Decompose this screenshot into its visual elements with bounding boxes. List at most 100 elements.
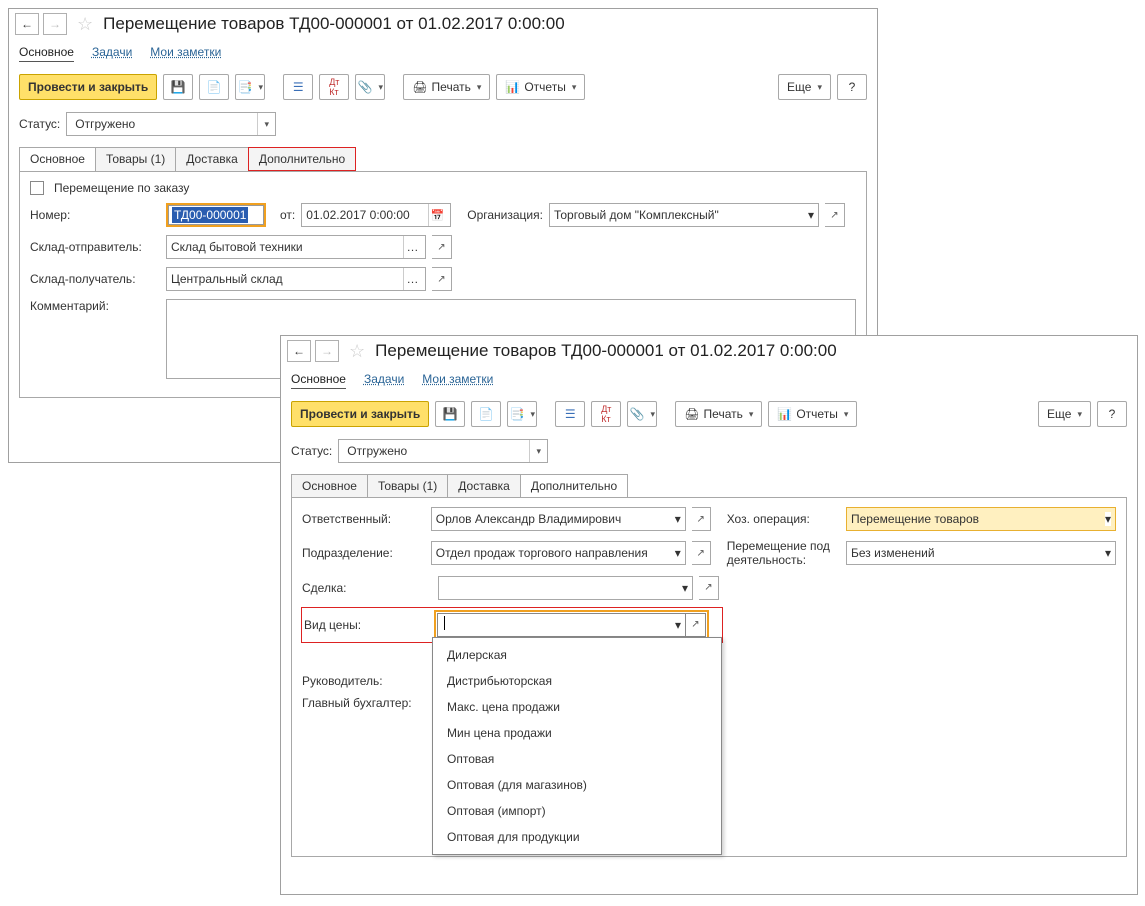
- price-type-field[interactable]: ▾: [437, 613, 686, 637]
- status-combo[interactable]: Отгружено ▾: [338, 439, 548, 463]
- nav-back-button[interactable]: ←: [287, 340, 311, 362]
- favorite-star-icon[interactable]: ☆: [77, 14, 93, 35]
- deal-field[interactable]: ▾: [438, 576, 693, 600]
- navlink-tasks[interactable]: Задачи: [364, 372, 404, 389]
- nav-forward-button[interactable]: →: [315, 340, 339, 362]
- dropdown-icon[interactable]: ▾: [529, 440, 547, 462]
- open-ref-icon[interactable]: ↗: [432, 235, 452, 259]
- diskette-icon: 💾: [171, 80, 186, 94]
- dept-field[interactable]: Отдел продаж торгового направления ▾: [431, 541, 686, 565]
- attachments-button[interactable]: 📎▾: [355, 74, 385, 100]
- chart-icon: 📊: [505, 80, 520, 94]
- from-label: от:: [280, 208, 295, 222]
- dropdown-icon[interactable]: ▾: [675, 546, 681, 560]
- by-order-checkbox[interactable]: [30, 181, 44, 195]
- dropdown-icon[interactable]: ▾: [682, 581, 688, 595]
- status-value: Отгружено: [343, 444, 529, 458]
- org-field[interactable]: Торговый дом "Комплексный" ▾: [549, 203, 819, 227]
- dropdown-icon[interactable]: ▾: [675, 512, 681, 526]
- create-based-button[interactable]: 📑▾: [235, 74, 265, 100]
- section-links: Основное Задачи Мои заметки: [9, 39, 877, 70]
- ellipsis-icon[interactable]: …: [403, 268, 421, 290]
- post-and-close-button[interactable]: Провести и закрыть: [19, 74, 157, 100]
- responsible-field[interactable]: Орлов Александр Владимирович ▾: [431, 507, 686, 531]
- tab-extra[interactable]: Дополнительно: [248, 147, 356, 171]
- status-combo[interactable]: Отгружено ▾: [66, 112, 276, 136]
- open-ref-icon[interactable]: ↗: [692, 541, 711, 565]
- reports-button[interactable]: 📊Отчеты▾: [496, 74, 585, 100]
- chart-icon: 📊: [777, 407, 792, 421]
- tab-main[interactable]: Основное: [291, 474, 368, 497]
- dropdown-icon[interactable]: ▾: [1105, 546, 1111, 560]
- dropdown-icon[interactable]: ▾: [675, 618, 681, 632]
- dropdown-item[interactable]: Макс. цена продажи: [433, 694, 721, 720]
- org-label: Организация:: [467, 208, 543, 222]
- dropdown-item[interactable]: Оптовая (импорт): [433, 798, 721, 824]
- more-button[interactable]: Еще▾: [778, 74, 831, 100]
- window-title: Перемещение товаров ТД00-000001 от 01.02…: [375, 341, 837, 361]
- tab-main[interactable]: Основное: [19, 147, 96, 171]
- open-ref-icon[interactable]: ↗: [692, 507, 711, 531]
- sender-field[interactable]: Склад бытовой техники …: [166, 235, 426, 259]
- copy-icon: 📑: [510, 407, 525, 421]
- window-title: Перемещение товаров ТД00-000001 от 01.02…: [103, 14, 565, 34]
- structure-button[interactable]: ☰: [555, 401, 585, 427]
- dropdown-item[interactable]: Дилерская: [433, 642, 721, 668]
- calendar-icon[interactable]: 📅: [428, 204, 446, 226]
- receiver-field[interactable]: Центральный склад …: [166, 267, 426, 291]
- window-header: ← → ☆ Перемещение товаров ТД00-000001 от…: [281, 336, 1137, 366]
- number-field[interactable]: ТД00-000001: [166, 203, 266, 227]
- dropdown-icon[interactable]: ▾: [257, 113, 275, 135]
- post-button[interactable]: 📄: [199, 74, 229, 100]
- tab-goods[interactable]: Товары (1): [367, 474, 448, 497]
- navlink-main[interactable]: Основное: [291, 372, 346, 389]
- attachments-button[interactable]: 📎▾: [627, 401, 657, 427]
- dropdown-item[interactable]: Дистрибьюторская: [433, 668, 721, 694]
- date-value: 01.02.2017 0:00:00: [306, 208, 409, 222]
- tab-extra[interactable]: Дополнительно: [520, 474, 628, 497]
- create-based-button[interactable]: 📑▾: [507, 401, 537, 427]
- tab-delivery[interactable]: Доставка: [447, 474, 521, 497]
- ellipsis-icon[interactable]: …: [403, 236, 421, 258]
- print-button[interactable]: 🖨Печать▾: [403, 74, 490, 100]
- open-ref-icon[interactable]: ↗: [699, 576, 719, 600]
- nav-forward-button[interactable]: →: [43, 13, 67, 35]
- dr-cr-button[interactable]: ДтКт: [319, 74, 349, 100]
- navlink-notes[interactable]: Мои заметки: [422, 372, 493, 389]
- operation-field[interactable]: Перемещение товаров ▾: [846, 507, 1116, 531]
- number-label: Номер:: [30, 208, 160, 222]
- dropdown-item[interactable]: Оптовая для продукции: [433, 824, 721, 850]
- status-row: Статус: Отгружено ▾: [9, 108, 877, 140]
- help-button[interactable]: ?: [837, 74, 867, 100]
- dropdown-icon[interactable]: ▾: [808, 208, 814, 222]
- save-button[interactable]: 💾: [435, 401, 465, 427]
- tab-goods[interactable]: Товары (1): [95, 147, 176, 171]
- print-button[interactable]: 🖨Печать▾: [675, 401, 762, 427]
- dropdown-item[interactable]: Мин цена продажи: [433, 720, 721, 746]
- navlink-notes[interactable]: Мои заметки: [150, 45, 221, 62]
- navlink-main[interactable]: Основное: [19, 45, 74, 62]
- structure-button[interactable]: ☰: [283, 74, 313, 100]
- nav-back-button[interactable]: ←: [15, 13, 39, 35]
- save-button[interactable]: 💾: [163, 74, 193, 100]
- tab-delivery[interactable]: Доставка: [175, 147, 249, 171]
- help-button[interactable]: ?: [1097, 401, 1127, 427]
- post-button[interactable]: 📄: [471, 401, 501, 427]
- favorite-star-icon[interactable]: ☆: [349, 341, 365, 362]
- dropdown-item[interactable]: Оптовая (для магазинов): [433, 772, 721, 798]
- clip-icon: 📎: [358, 80, 373, 94]
- move-under-field[interactable]: Без изменений ▾: [846, 541, 1116, 565]
- open-ref-icon[interactable]: ↗: [686, 613, 706, 637]
- post-and-close-button[interactable]: Провести и закрыть: [291, 401, 429, 427]
- date-field[interactable]: 01.02.2017 0:00:00 📅: [301, 203, 451, 227]
- open-ref-icon[interactable]: ↗: [825, 203, 845, 227]
- sender-value: Склад бытовой техники: [171, 240, 403, 254]
- reports-button[interactable]: 📊Отчеты▾: [768, 401, 857, 427]
- receiver-label: Склад-получатель:: [30, 272, 160, 286]
- navlink-tasks[interactable]: Задачи: [92, 45, 132, 62]
- more-button[interactable]: Еще▾: [1038, 401, 1091, 427]
- open-ref-icon[interactable]: ↗: [432, 267, 452, 291]
- dropdown-item[interactable]: Оптовая: [433, 746, 721, 772]
- dr-cr-button[interactable]: ДтКт: [591, 401, 621, 427]
- dropdown-icon[interactable]: ▾: [1105, 512, 1111, 526]
